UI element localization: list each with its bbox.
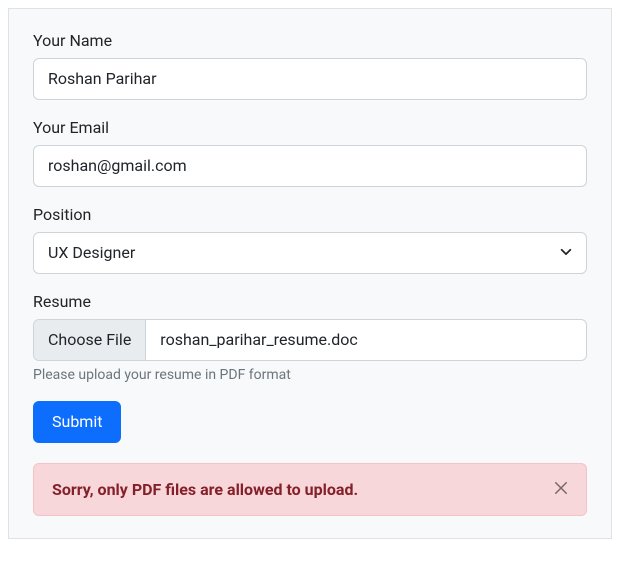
alert-message: Sorry, only PDF files are allowed to upl…	[52, 480, 358, 499]
email-input[interactable]	[33, 145, 587, 187]
position-label: Position	[33, 205, 587, 224]
name-input[interactable]	[33, 58, 587, 100]
form-card: Your Name Your Email Position UX Designe…	[8, 8, 612, 539]
resume-hint: Please upload your resume in PDF format	[33, 367, 587, 383]
resume-field-group: Resume Choose File roshan_parihar_resume…	[33, 292, 587, 383]
submit-button[interactable]: Submit	[33, 401, 121, 443]
position-select[interactable]: UX Designer	[33, 232, 587, 274]
name-label: Your Name	[33, 31, 587, 50]
position-select-wrapper: UX Designer	[33, 232, 587, 274]
alert-close-button[interactable]	[554, 481, 568, 498]
close-icon	[554, 481, 568, 498]
resume-label: Resume	[33, 292, 587, 311]
choose-file-button[interactable]: Choose File	[34, 320, 146, 360]
email-field-group: Your Email	[33, 118, 587, 187]
error-alert: Sorry, only PDF files are allowed to upl…	[33, 463, 587, 516]
file-input[interactable]: Choose File roshan_parihar_resume.doc	[33, 319, 587, 361]
position-field-group: Position UX Designer	[33, 205, 587, 274]
name-field-group: Your Name	[33, 31, 587, 100]
email-label: Your Email	[33, 118, 587, 137]
file-name-display: roshan_parihar_resume.doc	[146, 320, 586, 360]
